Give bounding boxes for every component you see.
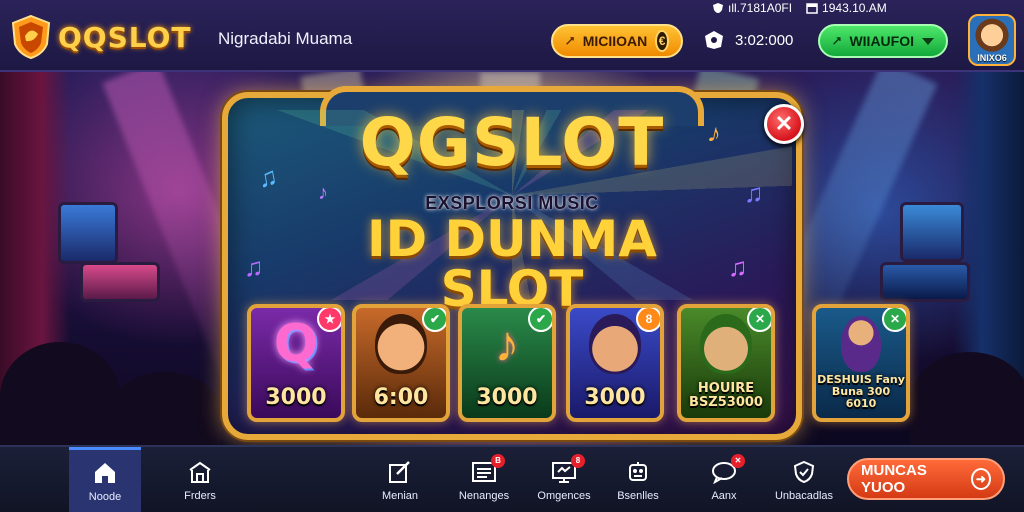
card-badge: ✕	[747, 308, 771, 332]
game-card-value: HOUIRE BSZ53000	[689, 381, 763, 410]
notification-badge: ✕	[731, 453, 745, 468]
balance-value: 3:02:000	[735, 31, 794, 49]
card-badge: ✔	[528, 308, 552, 332]
promo-heading: ID DUNMA SLOT	[367, 210, 657, 318]
shield-logo-icon	[11, 14, 51, 60]
music-note-icon: ♪	[318, 182, 328, 204]
nav-label: Nenanges	[458, 489, 510, 502]
nav-label: Noode	[88, 491, 122, 503]
top-bar: QQSLOT Nigradabi Muama ıll.7181A0FI 1943…	[0, 0, 1024, 72]
list-icon: B	[471, 453, 505, 484]
game-card-value: 3000	[476, 385, 538, 410]
shield-status-icon	[713, 3, 723, 13]
game-card-value: 3000	[265, 385, 327, 410]
music-note-icon: ♫	[744, 178, 764, 208]
nav-item-omgences[interactable]: 8 Omgences	[524, 447, 604, 512]
avatar-username: INIXO6	[977, 53, 1007, 63]
edit-icon	[389, 460, 410, 483]
game-card-value: DESHUIS Fany Buna 300 6010	[817, 373, 905, 410]
card-badge: ✕	[882, 308, 906, 332]
arrow-icon	[833, 37, 841, 45]
game-card[interactable]: ✔ 6:00	[352, 304, 450, 422]
game-card[interactable]: 8 3000	[566, 304, 664, 422]
nav-item-nenanges[interactable]: B Nenanges	[444, 447, 524, 512]
nav-label: Menian	[381, 489, 419, 502]
status-time-text: 1943.10.AM	[822, 1, 887, 15]
music-note-icon: ♫	[728, 252, 748, 282]
nav-item-home[interactable]: Noode	[69, 447, 141, 512]
status-signal: ıll.7181A0FI	[712, 1, 792, 15]
promo-button[interactable]: MICIIOAN €	[551, 24, 683, 58]
deposit-button[interactable]: WIIAUFOI	[818, 24, 948, 58]
cta-button-label: MUNCAS YUOO	[861, 462, 927, 496]
nav-item-menian[interactable]: Menian	[360, 447, 440, 512]
slot-machine-graphic	[880, 262, 970, 302]
robot-icon	[629, 461, 647, 481]
nav-item-aanx[interactable]: ✕ Aanx	[684, 447, 764, 512]
shield-icon	[793, 460, 815, 483]
site-title: Nigradabi Muama	[218, 29, 353, 48]
card-badge: ★	[317, 308, 341, 332]
cta-button[interactable]: MUNCAS YUOO ➜	[847, 458, 1005, 500]
promo-title: QGSLOT	[359, 104, 665, 181]
logo-text: QQSLOT	[58, 20, 192, 54]
rocket-icon	[566, 37, 574, 45]
close-button[interactable]: ✕	[764, 104, 804, 144]
crowd-silhouette	[910, 352, 1024, 445]
deposit-button-label: WIIAUFOI	[849, 33, 914, 49]
building-icon	[189, 461, 211, 483]
nav-label: Unbacadlas	[774, 489, 834, 502]
crowd-silhouette	[0, 342, 120, 445]
card-badge: ✔	[422, 308, 446, 332]
status-signal-text: ıll.7181A0FI	[728, 1, 793, 15]
home-icon	[95, 463, 115, 483]
chat-icon: ✕	[711, 453, 745, 484]
notification-badge: B	[491, 453, 505, 468]
balance-display: 3:02:000	[703, 30, 793, 50]
game-card[interactable]: ✕ HOUIRE BSZ53000	[677, 304, 775, 422]
nav-label: Omgences	[537, 489, 591, 502]
arrow-right-icon: ➜	[970, 468, 991, 490]
wallet-icon	[705, 31, 723, 49]
slot-machine-graphic	[58, 202, 118, 264]
crowd-silhouette	[110, 372, 220, 445]
game-card-value: 6:00	[373, 385, 429, 410]
calendar-icon	[806, 3, 818, 14]
coin-icon: €	[655, 30, 669, 52]
game-card-value: 3000	[584, 385, 646, 410]
music-note-icon: ♫	[244, 252, 264, 282]
game-card[interactable]: Q ★ 3000	[247, 304, 345, 422]
promo-button-label: MICIIOAN	[582, 33, 648, 49]
nav-item-unbacadlas[interactable]: Unbacadlas	[764, 447, 844, 512]
nav-item-frders[interactable]: Frders	[160, 447, 240, 512]
nav-label: Aanx	[711, 489, 737, 502]
notification-badge: 8	[571, 453, 585, 468]
game-card[interactable]: ✕ DESHUIS Fany Buna 300 6010	[812, 304, 910, 422]
nav-label: Frders	[184, 489, 216, 502]
nav-item-bsenlles[interactable]: Bsenlles	[598, 447, 678, 512]
game-card[interactable]: ♪ ✔ 3000	[458, 304, 556, 422]
chevron-down-icon	[922, 37, 934, 45]
status-clock: 1943.10.AM	[806, 1, 887, 15]
slot-machine-graphic	[900, 202, 964, 262]
close-icon: ✕	[774, 111, 794, 136]
nav-label: Bsenlles	[617, 489, 659, 502]
site-logo[interactable]: QQSLOT	[10, 14, 192, 60]
slot-machine-graphic	[80, 262, 160, 302]
status-bar: ıll.7181A0FI 1943.10.AM	[712, 1, 887, 15]
monitor-icon: 8	[551, 453, 585, 484]
card-badge: 8	[636, 308, 660, 332]
